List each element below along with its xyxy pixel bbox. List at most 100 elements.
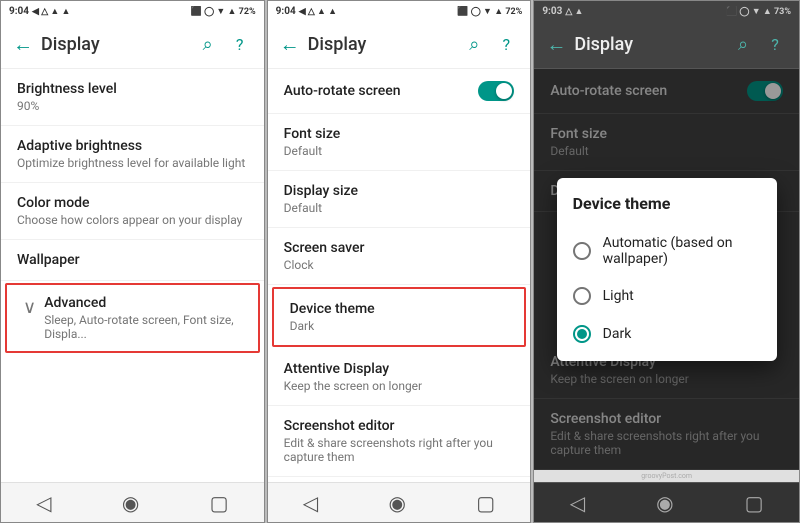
display-size-sub: Default	[284, 201, 515, 215]
device-theme-sub: Dark	[290, 319, 509, 333]
dialog-option-automatic[interactable]: Automatic (based on wallpaper)	[557, 225, 777, 277]
dialog-option-light[interactable]: Light	[557, 277, 777, 315]
panel-2-content: Auto-rotate screen Font size Default Dis…	[268, 69, 531, 482]
back-nav-icon-3[interactable]: ◁	[570, 491, 585, 515]
top-bar-1: ← Display ⌕ ?	[1, 21, 264, 69]
radio-light	[573, 287, 591, 305]
back-nav-icon-1[interactable]: ◁	[36, 491, 51, 515]
status-right-3: ⬛ ◯ ▼ ▲ 73%	[726, 6, 791, 17]
screenshot-editor-item[interactable]: Screenshot editor Edit & share screensho…	[268, 406, 531, 477]
battery-icons-1: ⬛ ◯ ▼ ▲ 72%	[191, 6, 256, 17]
font-size-sub: Default	[284, 144, 515, 158]
brightness-level-sub: 90%	[17, 99, 248, 113]
back-button-1[interactable]: ←	[13, 32, 33, 57]
help-icon-2[interactable]: ?	[494, 33, 518, 57]
attentive-display-sub: Keep the screen on longer	[284, 379, 515, 393]
auto-rotate-label: Auto-rotate screen	[284, 83, 401, 99]
screen-saver-sub: Clock	[284, 258, 515, 272]
panel-1: 9:04 ◀ △ ▲ ▲ ⬛ ◯ ▼ ▲ 72% ← Display ⌕ ? B…	[0, 0, 265, 523]
wallpaper-item[interactable]: Wallpaper	[1, 240, 264, 281]
nav-bar-1: ◁ ◉ ▢	[1, 482, 264, 522]
recents-nav-icon-3[interactable]: ▢	[745, 491, 764, 515]
device-theme-dialog: Device theme Automatic (based on wallpap…	[557, 178, 777, 361]
top-bar-3: ← Display ⌕ ?	[534, 21, 799, 69]
recents-nav-icon-1[interactable]: ▢	[210, 491, 229, 515]
dialog-overlay[interactable]: Device theme Automatic (based on wallpap…	[534, 69, 799, 470]
nav-bar-3: ◁ ◉ ▢	[534, 482, 799, 522]
help-icon-1[interactable]: ?	[228, 33, 252, 57]
status-right-2: ⬛ ◯ ▼ ▲ 72%	[457, 6, 522, 17]
screenshot-editor-sub: Edit & share screenshots right after you…	[284, 436, 515, 464]
page-title-1: Display	[41, 34, 188, 55]
display-size-title: Display size	[284, 183, 515, 199]
top-bar-2: ← Display ⌕ ?	[268, 21, 531, 69]
dialog-option-light-label: Light	[603, 288, 634, 304]
advanced-highlight-box: ∨ Advanced Sleep, Auto-rotate screen, Fo…	[5, 283, 260, 353]
device-theme-title: Device theme	[290, 301, 509, 317]
panel-2: 9:04 ◀ △ ▲ ▲ ⬛ ◯ ▼ ▲ 72% ← Display ⌕ ? A…	[267, 0, 532, 523]
page-title-3: Display	[574, 34, 723, 55]
brightness-level-title: Brightness level	[17, 81, 248, 97]
battery-icons-2: ⬛ ◯ ▼ ▲ 72%	[457, 6, 522, 17]
radio-dark-fill	[577, 329, 587, 339]
color-mode-title: Color mode	[17, 195, 248, 211]
dialog-option-automatic-label: Automatic (based on wallpaper)	[603, 235, 761, 267]
panel-3: 9:03 △ ▲ ⬛ ◯ ▼ ▲ 73% ← Display ⌕ ? Auto-…	[533, 0, 800, 523]
nav-bar-2: ◁ ◉ ▢	[268, 482, 531, 522]
wallpaper-title: Wallpaper	[17, 252, 248, 268]
status-bar-2: 9:04 ◀ △ ▲ ▲ ⬛ ◯ ▼ ▲ 72%	[268, 1, 531, 21]
battery-icons-3: ⬛ ◯ ▼ ▲ 73%	[726, 6, 791, 17]
brightness-level-item[interactable]: Brightness level 90%	[1, 69, 264, 126]
adaptive-brightness-item[interactable]: Adaptive brightness Optimize brightness …	[1, 126, 264, 183]
font-size-title: Font size	[284, 126, 515, 142]
status-bar-3: 9:03 △ ▲ ⬛ ◯ ▼ ▲ 73%	[534, 1, 799, 21]
status-left-1: 9:04 ◀ △ ▲ ▲	[9, 6, 70, 17]
status-icons-1: ◀ △ ▲ ▲	[32, 6, 70, 17]
attentive-display-title: Attentive Display	[284, 361, 515, 377]
auto-rotate-row[interactable]: Auto-rotate screen	[268, 69, 531, 114]
status-right-1: ⬛ ◯ ▼ ▲ 72%	[191, 6, 256, 17]
status-left-3: 9:03 △ ▲	[542, 6, 583, 17]
radio-automatic	[573, 242, 591, 260]
dialog-option-dark-label: Dark	[603, 326, 632, 342]
status-icons-3: △ ▲	[565, 6, 583, 17]
search-icon-1[interactable]: ⌕	[196, 33, 220, 57]
font-size-item[interactable]: Font size Default	[268, 114, 531, 171]
chevron-down-icon: ∨	[23, 297, 36, 318]
adaptive-brightness-sub: Optimize brightness level for available …	[17, 156, 248, 170]
display-size-item[interactable]: Display size Default	[268, 171, 531, 228]
search-icon-3[interactable]: ⌕	[731, 33, 755, 57]
dialog-title: Device theme	[557, 194, 777, 225]
color-mode-item[interactable]: Color mode Choose how colors appear on y…	[1, 183, 264, 240]
search-icon-2[interactable]: ⌕	[462, 33, 486, 57]
back-button-2[interactable]: ←	[280, 32, 300, 57]
home-nav-icon-2[interactable]: ◉	[388, 491, 405, 515]
screen-saver-item[interactable]: Screen saver Clock	[268, 228, 531, 285]
advanced-content: Advanced Sleep, Auto-rotate screen, Font…	[44, 295, 241, 341]
home-nav-icon-1[interactable]: ◉	[122, 491, 139, 515]
advanced-item[interactable]: ∨ Advanced Sleep, Auto-rotate screen, Fo…	[7, 285, 258, 351]
back-button-3[interactable]: ←	[546, 32, 566, 57]
screenshot-editor-title: Screenshot editor	[284, 418, 515, 434]
status-bar-1: 9:04 ◀ △ ▲ ▲ ⬛ ◯ ▼ ▲ 72%	[1, 1, 264, 21]
recents-nav-icon-2[interactable]: ▢	[476, 491, 495, 515]
status-left-2: 9:04 ◀ △ ▲ ▲	[276, 6, 337, 17]
help-icon-3[interactable]: ?	[763, 33, 787, 57]
time-3: 9:03	[542, 6, 562, 17]
home-nav-icon-3[interactable]: ◉	[656, 491, 673, 515]
status-icons-2: ◀ △ ▲ ▲	[299, 6, 337, 17]
watermark: groovyPost.com	[534, 470, 799, 482]
time-1: 9:04	[9, 6, 29, 17]
auto-rotate-toggle[interactable]	[478, 81, 514, 101]
dialog-option-dark[interactable]: Dark	[557, 315, 777, 353]
time-2: 9:04	[276, 6, 296, 17]
device-theme-item[interactable]: Device theme Dark	[274, 289, 525, 345]
back-nav-icon-2[interactable]: ◁	[303, 491, 318, 515]
panel-3-wrapper: Auto-rotate screen Font size Default Dis…	[534, 69, 799, 470]
screen-saver-title: Screen saver	[284, 240, 515, 256]
radio-dark	[573, 325, 591, 343]
color-mode-sub: Choose how colors appear on your display	[17, 213, 248, 227]
device-theme-highlight: Device theme Dark	[272, 287, 527, 347]
advanced-sub: Sleep, Auto-rotate screen, Font size, Di…	[44, 313, 241, 341]
attentive-display-item[interactable]: Attentive Display Keep the screen on lon…	[268, 349, 531, 406]
